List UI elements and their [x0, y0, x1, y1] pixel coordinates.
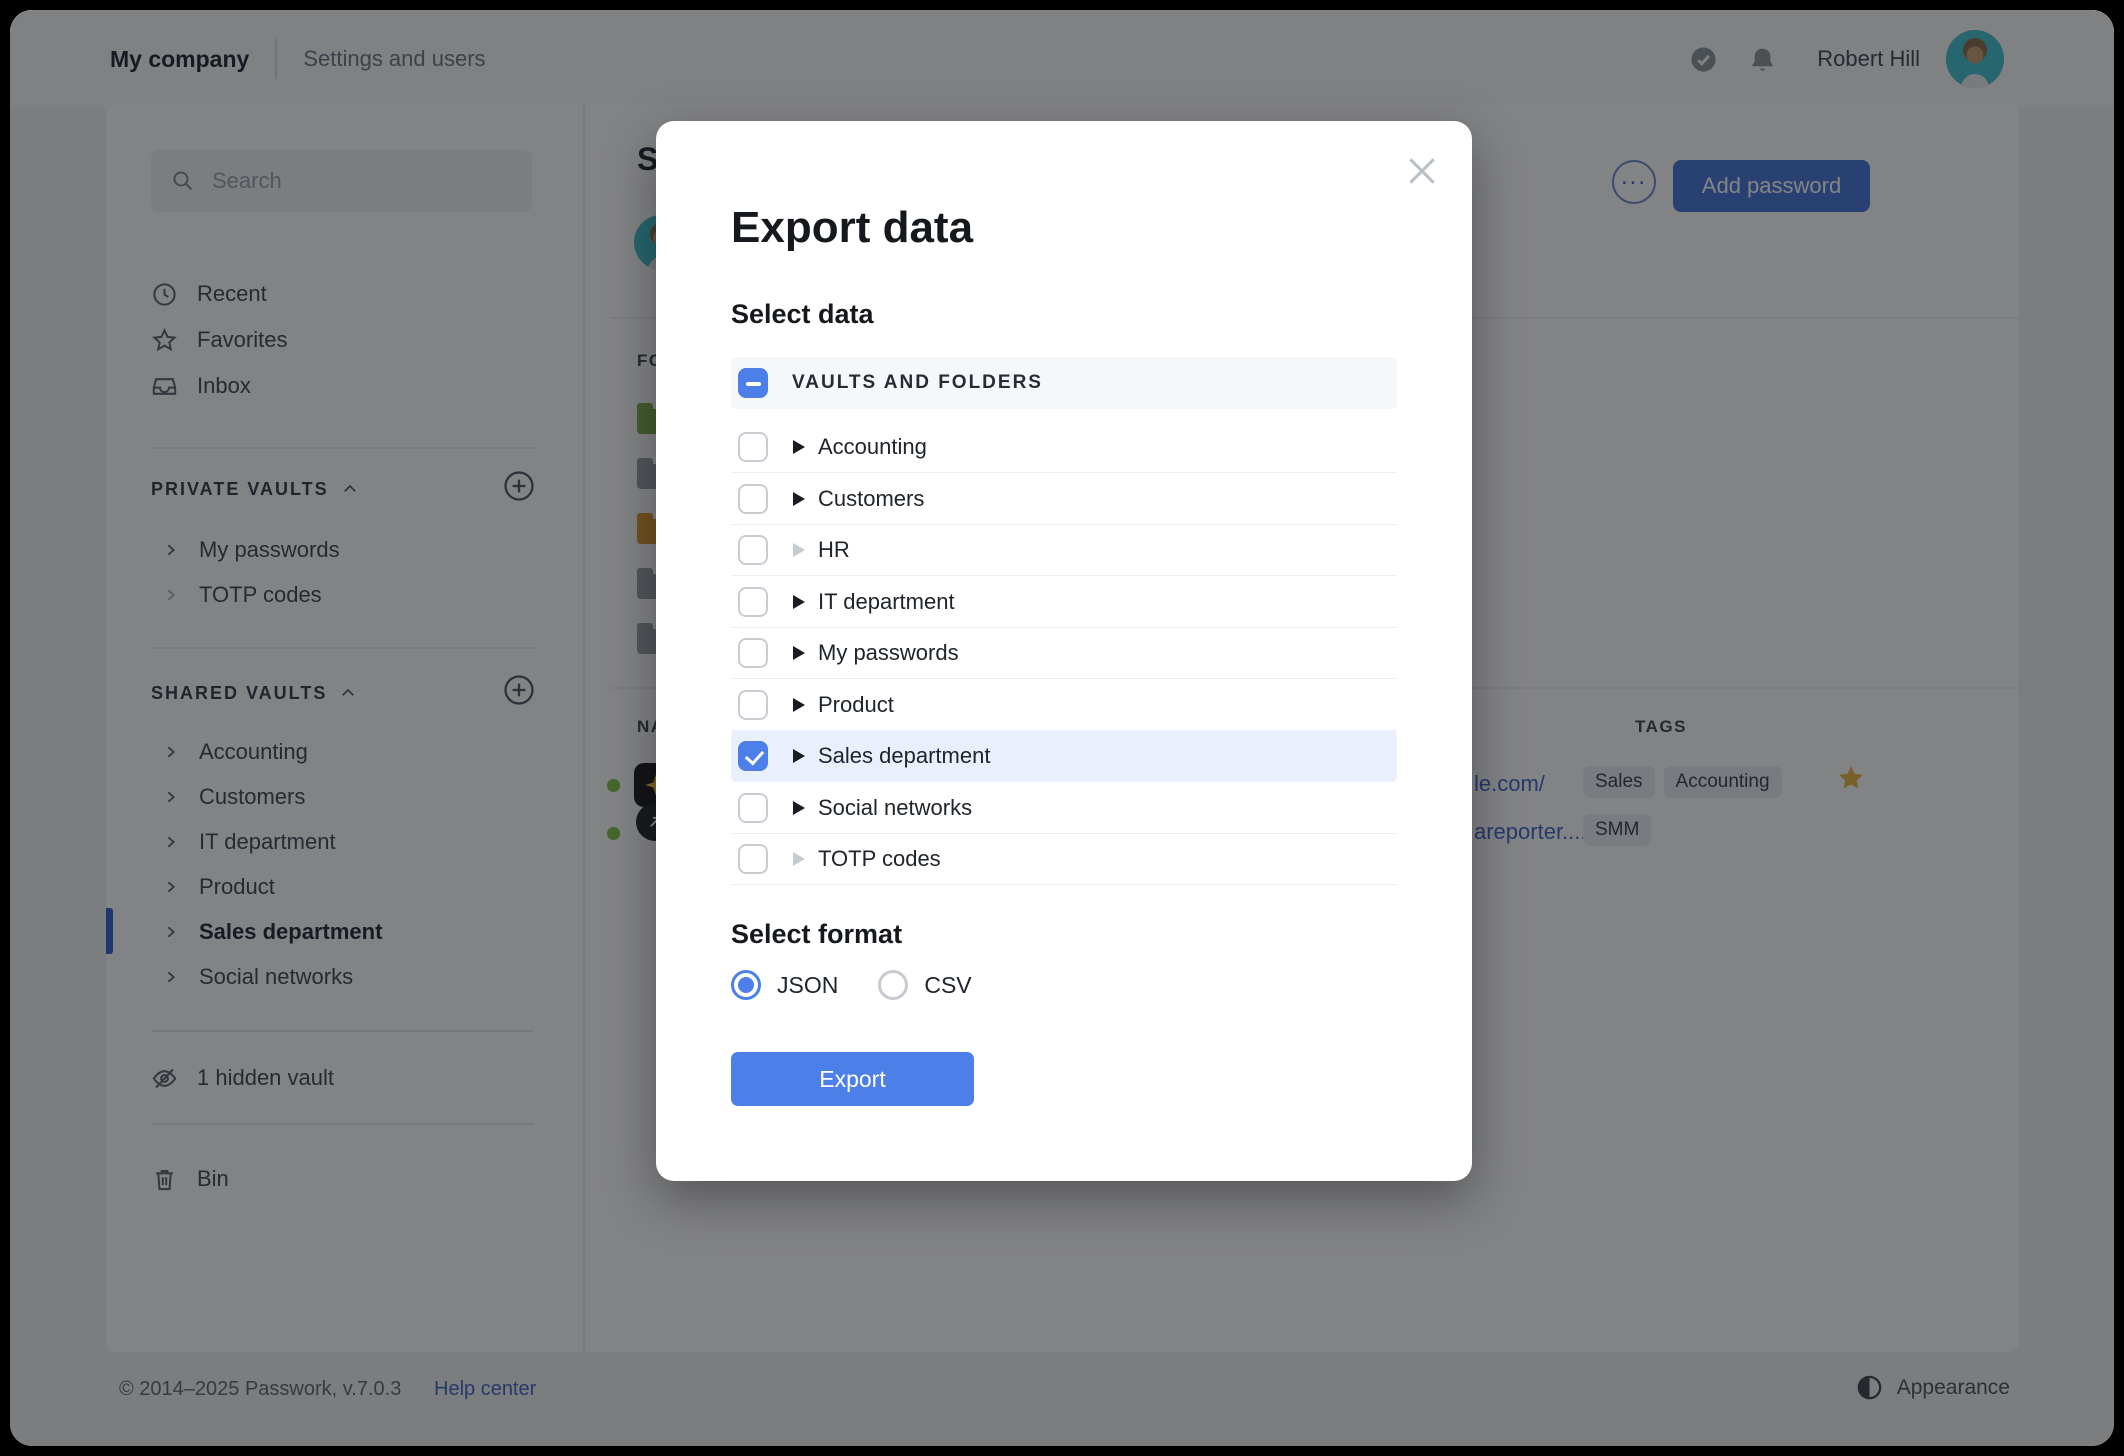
checkbox-unchecked[interactable]: [738, 689, 768, 720]
close-icon[interactable]: [1402, 151, 1442, 191]
checkbox-unchecked[interactable]: [738, 431, 768, 462]
item-label: Social networks: [818, 794, 973, 820]
checkbox-unchecked[interactable]: [738, 792, 768, 823]
format-options: JSON CSV: [731, 970, 972, 1000]
expand-triangle-icon[interactable]: [793, 645, 805, 660]
select-format-heading: Select format: [731, 919, 903, 949]
item-label: HR: [818, 536, 850, 562]
select-data-heading: Select data: [731, 299, 874, 329]
export-item-sales-department[interactable]: Sales department: [731, 730, 1397, 782]
radio-csv[interactable]: [878, 970, 909, 1000]
vaults-and-folders-group-row[interactable]: VAULTS AND FOLDERS: [731, 357, 1397, 409]
expand-triangle-icon[interactable]: [793, 697, 805, 712]
checkbox-checked[interactable]: [738, 740, 768, 771]
export-item-accounting[interactable]: Accounting: [731, 421, 1397, 473]
checkbox-unchecked[interactable]: [738, 843, 768, 874]
checkbox-unchecked[interactable]: [738, 637, 768, 668]
expand-triangle-icon[interactable]: [793, 594, 805, 609]
export-item-it-department[interactable]: IT department: [731, 576, 1397, 628]
item-label: Customers: [818, 485, 925, 511]
expand-triangle-icon[interactable]: [793, 748, 805, 763]
modal-title: Export data: [731, 203, 974, 252]
item-label: Product: [818, 691, 894, 717]
export-item-hr[interactable]: HR: [731, 524, 1397, 576]
checkbox-unchecked[interactable]: [738, 586, 768, 617]
expand-triangle-icon[interactable]: [793, 800, 805, 815]
export-item-customers[interactable]: Customers: [731, 473, 1397, 525]
expand-triangle-icon[interactable]: [793, 439, 805, 454]
expand-triangle-icon-disabled: [793, 851, 805, 866]
radio-json[interactable]: [731, 970, 761, 1000]
item-label: TOTP codes: [818, 845, 941, 871]
radio-csv-label[interactable]: CSV: [924, 972, 971, 999]
checkbox-unchecked[interactable]: [738, 534, 768, 565]
export-item-product[interactable]: Product: [731, 679, 1397, 731]
export-button[interactable]: Export: [731, 1052, 974, 1106]
radio-json-label[interactable]: JSON: [777, 972, 838, 999]
expand-triangle-icon[interactable]: [793, 491, 805, 506]
export-item-my-passwords[interactable]: My passwords: [731, 627, 1397, 679]
app-window: My company Settings and users Robert Hil…: [10, 10, 2114, 1446]
item-label: My passwords: [818, 639, 959, 665]
expand-triangle-icon-disabled: [793, 542, 805, 557]
group-label: VAULTS AND FOLDERS: [792, 372, 1043, 393]
item-label: Accounting: [818, 433, 927, 459]
checkbox-unchecked[interactable]: [738, 483, 768, 514]
export-data-modal: Export data Select data VAULTS AND FOLDE…: [656, 121, 1472, 1181]
export-item-totp-codes[interactable]: TOTP codes: [731, 833, 1397, 885]
export-item-social-networks[interactable]: Social networks: [731, 782, 1397, 834]
item-label: Sales department: [818, 742, 991, 768]
item-label: IT department: [818, 588, 955, 614]
screen: My company Settings and users Robert Hil…: [0, 0, 2124, 1456]
group-checkbox-indeterminate[interactable]: [738, 368, 768, 398]
